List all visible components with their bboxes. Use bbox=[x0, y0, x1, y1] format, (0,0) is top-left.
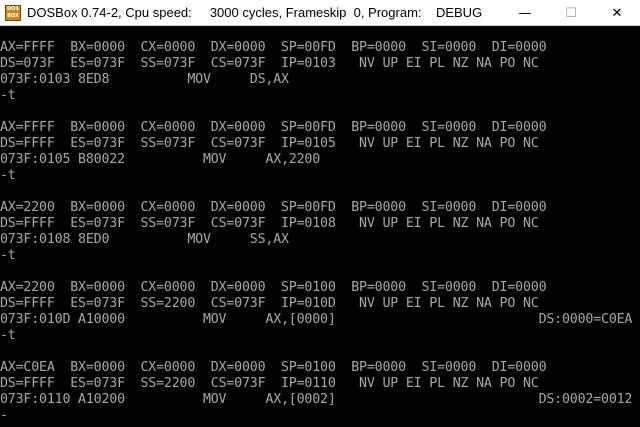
console-line: -t bbox=[0, 248, 16, 263]
console-line: AX=C0EA BX=0000 CX=0000 DX=0000 SP=0100 … bbox=[0, 360, 547, 375]
title-bar[interactable]: DOS BOX DOSBox 0.74-2, Cpu speed: 3000 c… bbox=[0, 0, 640, 26]
command-prompt[interactable]: - bbox=[0, 408, 640, 424]
console-line: -t bbox=[0, 168, 16, 183]
console-line: 073F:0108 8ED0 MOV SS,AX bbox=[0, 232, 289, 247]
window-controls: — ☐ ✕ bbox=[502, 0, 640, 26]
console-line: 073F:0110 A10200 MOV AX,[0002] DS:0002=0… bbox=[0, 392, 633, 407]
console-line: AX=2200 BX=0000 CX=0000 DX=0000 SP=00FD … bbox=[0, 200, 547, 215]
minimize-button[interactable]: — bbox=[502, 0, 548, 26]
console-line: -t bbox=[0, 88, 16, 103]
prompt-symbol: - bbox=[0, 408, 8, 423]
console-line: DS=073F ES=073F SS=073F CS=073F IP=0103 … bbox=[0, 56, 539, 71]
console-line: -t bbox=[0, 328, 16, 343]
console-output[interactable]: AX=FFFF BX=0000 CX=0000 DX=0000 SP=00FD … bbox=[0, 40, 640, 427]
console-line: 073F:0103 8ED8 MOV DS,AX bbox=[0, 72, 289, 87]
console-line: DS=FFFF ES=073F SS=073F CS=073F IP=0105 … bbox=[0, 136, 539, 151]
dosbox-app-icon[interactable]: DOS BOX bbox=[5, 4, 21, 21]
console-line: AX=FFFF BX=0000 CX=0000 DX=0000 SP=00FD … bbox=[0, 120, 547, 135]
console-line: 073F:010D A10000 MOV AX,[0000] DS:0000=C… bbox=[0, 312, 633, 327]
console-line: 073F:0105 B80022 MOV AX,2200 bbox=[0, 152, 321, 167]
maximize-button[interactable]: ☐ bbox=[548, 0, 594, 26]
console-line: AX=FFFF BX=0000 CX=0000 DX=0000 SP=00FD … bbox=[0, 40, 547, 55]
console-line: DS=FFFF ES=073F SS=073F CS=073F IP=0108 … bbox=[0, 216, 539, 231]
console-line: AX=2200 BX=0000 CX=0000 DX=0000 SP=0100 … bbox=[0, 280, 547, 295]
console-line: DS=FFFF ES=073F SS=2200 CS=073F IP=010D … bbox=[0, 296, 539, 311]
dosbox-window: DOS BOX DOSBox 0.74-2, Cpu speed: 3000 c… bbox=[0, 0, 640, 427]
console-line: DS=FFFF ES=073F SS=2200 CS=073F IP=0110 … bbox=[0, 376, 539, 391]
window-title: DOSBox 0.74-2, Cpu speed: 3000 cycles, F… bbox=[27, 5, 483, 20]
close-button[interactable]: ✕ bbox=[594, 0, 640, 26]
